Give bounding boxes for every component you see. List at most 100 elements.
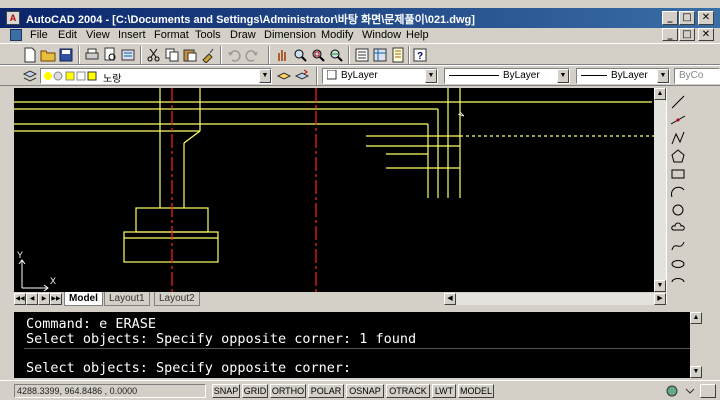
color-value: ByLayer <box>341 70 378 81</box>
color-control-dropdown[interactable]: ByLayer ▼ <box>322 68 438 84</box>
layer-manager-icon[interactable] <box>22 68 38 84</box>
lwt-toggle[interactable]: LWT <box>432 384 456 398</box>
command-scrollbar[interactable]: ▲ ▼ <box>690 312 702 378</box>
properties-icon[interactable] <box>354 47 370 63</box>
menu-modify[interactable]: Modify <box>321 29 353 41</box>
menu-draw[interactable]: Draw <box>230 29 256 41</box>
chevron-down-icon[interactable]: ▼ <box>425 69 437 83</box>
osnap-toggle[interactable]: OSNAP <box>346 384 384 398</box>
communication-center-icon[interactable] <box>664 383 680 399</box>
linetype-control-dropdown[interactable]: ByLayer ▼ <box>444 68 570 84</box>
cut-icon[interactable] <box>146 47 162 63</box>
spline-icon[interactable] <box>670 238 686 254</box>
menu-tools[interactable]: Tools <box>195 29 221 41</box>
layer-previous-icon[interactable] <box>294 68 310 84</box>
copy-icon[interactable] <box>164 47 180 63</box>
standard-toolbar: ? <box>0 43 720 65</box>
tab-model[interactable]: Model <box>64 292 103 306</box>
zoom-realtime-icon[interactable] <box>292 47 308 63</box>
menu-dimension[interactable]: Dimension <box>264 29 316 41</box>
menu-insert[interactable]: Insert <box>118 29 146 41</box>
doc-close-button[interactable]: ✕ <box>698 28 714 41</box>
tray-settings-icon[interactable] <box>682 383 698 399</box>
save-icon[interactable] <box>58 47 74 63</box>
command-window[interactable]: Command: e ERASE Select objects: Specify… <box>14 312 690 378</box>
tab-layout1[interactable]: Layout1 <box>104 292 150 306</box>
scroll-up-icon[interactable]: ▲ <box>690 312 702 324</box>
menu-view[interactable]: View <box>86 29 110 41</box>
rectangle-icon[interactable] <box>670 166 686 182</box>
preview-icon[interactable] <box>102 47 118 63</box>
paste-icon[interactable] <box>182 47 198 63</box>
pan-icon[interactable] <box>274 47 290 63</box>
layer-state-icons <box>43 70 101 83</box>
polyline-icon[interactable] <box>670 130 686 146</box>
vertical-scrollbar[interactable]: ▲ ▼ <box>654 88 666 292</box>
chevron-down-icon[interactable]: ▼ <box>259 69 271 83</box>
make-object-layer-current-icon[interactable] <box>276 68 292 84</box>
menu-format[interactable]: Format <box>154 29 189 41</box>
minimize-button[interactable]: _ <box>662 11 678 25</box>
clean-screen-button[interactable] <box>700 384 716 398</box>
coordinate-display[interactable]: 4288.3399, 964.8486 , 0.0000 <box>14 384 206 398</box>
construction-line-icon[interactable] <box>670 112 686 128</box>
plotstyle-control-dropdown[interactable]: ByCo <box>674 68 720 84</box>
current-layer-name: 노랑 <box>103 74 122 84</box>
prev-tab-icon[interactable]: ◀ <box>26 293 38 305</box>
help-icon[interactable]: ? <box>412 47 428 63</box>
open-icon[interactable] <box>40 47 56 63</box>
match-properties-icon[interactable] <box>200 47 216 64</box>
zoom-previous-icon[interactable] <box>328 47 344 63</box>
doc-restore-button[interactable]: □ <box>679 28 695 41</box>
grid-toggle[interactable]: GRID <box>242 384 268 398</box>
tab-layout2[interactable]: Layout2 <box>154 292 200 306</box>
scroll-down-icon[interactable]: ▼ <box>654 280 666 292</box>
polar-toggle[interactable]: POLAR <box>308 384 344 398</box>
otrack-toggle[interactable]: OTRACK <box>386 384 430 398</box>
restore-button[interactable]: □ <box>679 11 695 25</box>
publish-icon[interactable] <box>120 47 136 63</box>
arc-icon[interactable] <box>670 184 686 200</box>
scroll-up-icon[interactable]: ▲ <box>654 88 666 100</box>
lineweight-control-dropdown[interactable]: ByLayer ▼ <box>576 68 670 84</box>
last-tab-icon[interactable]: ▶▶ <box>50 293 62 305</box>
snap-toggle[interactable]: SNAP <box>212 384 240 398</box>
scroll-left-icon[interactable]: ◀ <box>444 293 456 305</box>
menu-window[interactable]: Window <box>362 29 401 41</box>
document-icon[interactable] <box>10 29 22 41</box>
command-prompt-line[interactable]: Select objects: Specify opposite corner: <box>26 360 351 376</box>
horizontal-scrollbar[interactable]: ◀ ▶ <box>444 293 666 305</box>
layer-dropdown[interactable]: 노랑 ▼ <box>40 68 272 84</box>
doc-minimize-button[interactable]: _ <box>662 28 678 41</box>
menu-help[interactable]: Help <box>406 29 429 41</box>
window-title: AutoCAD 2004 - [C:\Documents and Setting… <box>26 14 475 26</box>
zoom-window-icon[interactable] <box>310 47 326 63</box>
ortho-toggle[interactable]: ORTHO <box>270 384 306 398</box>
autocad-app-icon[interactable]: A <box>6 11 20 25</box>
circle-icon[interactable] <box>670 202 686 218</box>
line-icon[interactable] <box>670 94 686 110</box>
redo-icon[interactable] <box>244 47 260 63</box>
revision-cloud-icon[interactable] <box>670 220 686 236</box>
ellipse-arc-icon[interactable] <box>670 274 686 290</box>
close-button[interactable]: ✕ <box>698 11 714 25</box>
title-bar: A AutoCAD 2004 - [C:\Documents and Setti… <box>0 8 720 28</box>
svg-text:?: ? <box>417 51 423 62</box>
tool-palettes-icon[interactable] <box>390 47 406 63</box>
menu-file[interactable]: File <box>30 29 48 41</box>
design-center-icon[interactable] <box>372 47 388 63</box>
menu-edit[interactable]: Edit <box>58 29 77 41</box>
model-toggle[interactable]: MODEL <box>458 384 494 398</box>
plot-icon[interactable] <box>84 47 100 63</box>
new-icon[interactable] <box>22 47 38 63</box>
polygon-icon[interactable] <box>670 148 686 164</box>
scroll-down-icon[interactable]: ▼ <box>690 366 702 378</box>
ellipse-icon[interactable] <box>670 256 686 272</box>
next-tab-icon[interactable]: ▶ <box>38 293 50 305</box>
first-tab-icon[interactable]: ◀◀ <box>14 293 26 305</box>
undo-icon[interactable] <box>226 47 242 63</box>
scroll-right-icon[interactable]: ▶ <box>654 293 666 305</box>
drawing-area[interactable]: Y X <box>14 88 654 292</box>
chevron-down-icon[interactable]: ▼ <box>657 69 669 83</box>
chevron-down-icon[interactable]: ▼ <box>557 69 569 83</box>
